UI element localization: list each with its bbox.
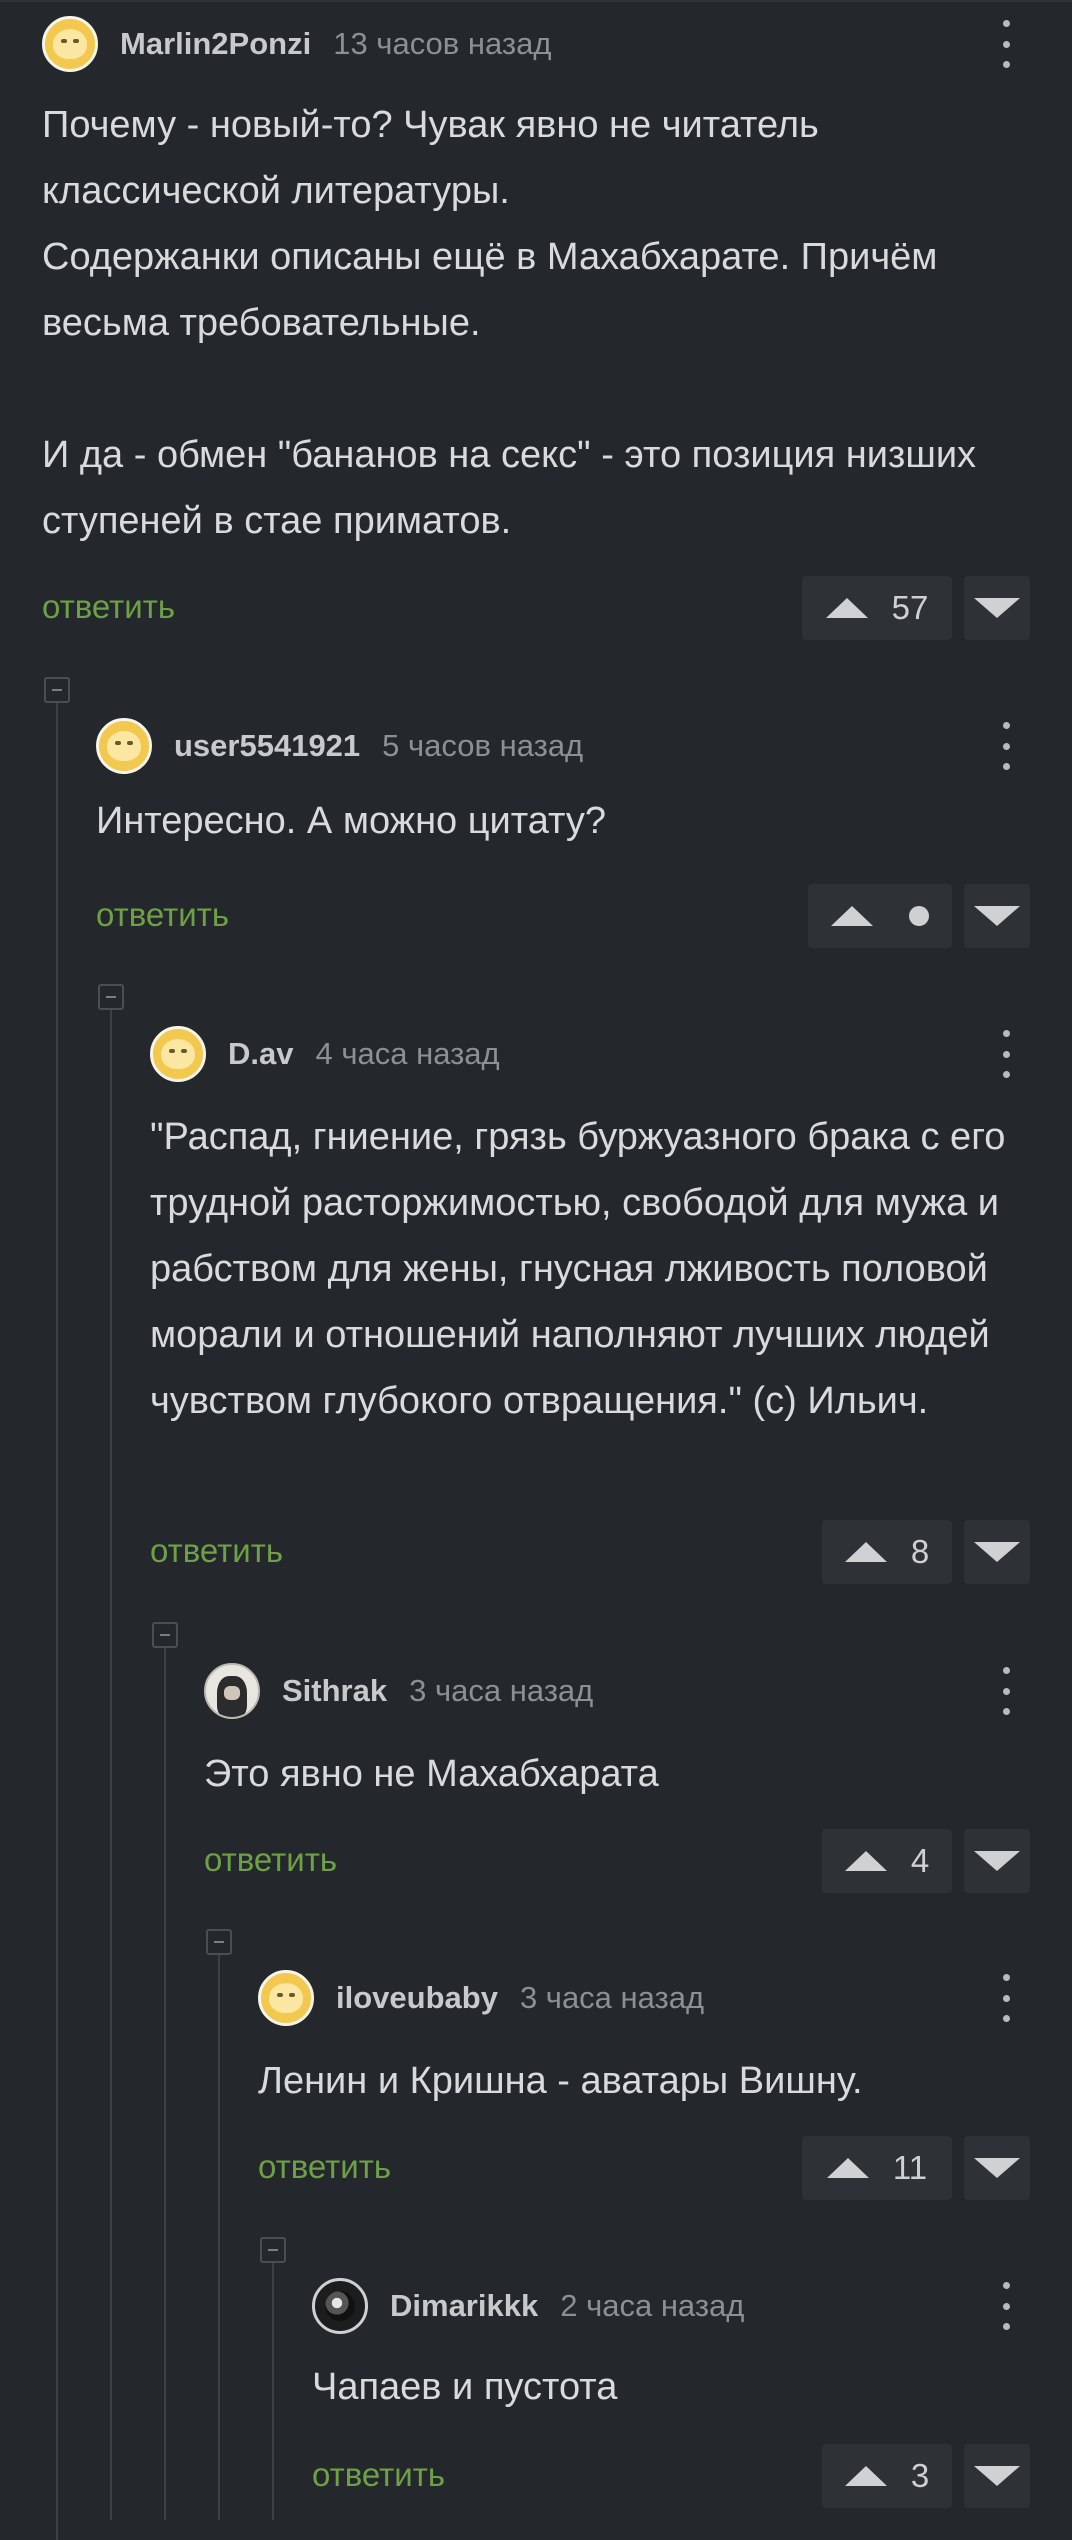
arrow-up-icon [825,598,868,618]
rating: 11 [892,2149,928,2186]
comment-header: Sithrak 3 часа назад [204,1663,593,1719]
thread-line [218,1954,220,2520]
username[interactable]: Sithrak [282,1673,387,1709]
reply-link[interactable]: ответить [258,2148,391,2186]
comment-text: Чапаев и пустота [312,2366,618,2408]
comment: Sithrak 3 часа назад Это явно не Махабха… [204,1663,1042,1913]
more-options-icon[interactable] [1000,1974,1012,2022]
rating: 3 [910,2457,930,2494]
comment-header: user5541921 5 часов назад [96,718,583,774]
vote-controls: 57 [802,576,1030,640]
more-options-icon[interactable] [1000,2282,1012,2330]
rating: 8 [910,1533,930,1570]
arrow-down-icon [974,1542,1020,1562]
username[interactable]: Dimarikkk [390,2288,538,2324]
comment: iloveubaby 3 часа назад Ленин и Кришна -… [258,1970,1042,2220]
default-avatar-icon[interactable] [96,718,152,774]
comment-header: Marlin2Ponzi 13 часов назад [42,16,551,72]
arrow-down-icon [974,906,1020,926]
downvote-button[interactable] [964,1829,1030,1893]
vote-controls: 8 [822,1520,1030,1584]
rating: 4 [910,1842,930,1879]
reply-link[interactable]: ответить [42,588,175,626]
comment-header: Dimarikkk 2 часа назад [312,2278,744,2334]
default-avatar-icon[interactable] [150,1026,206,1082]
upvote-button[interactable] [808,884,952,948]
zero-rating-indicator [909,906,929,926]
collapse-thread-button[interactable] [260,2237,286,2263]
arrow-down-icon [974,2466,1020,2486]
comment-header: iloveubaby 3 часа назад [258,1970,704,2026]
vote-controls [808,884,1030,948]
timestamp: 5 часов назад [382,728,584,763]
comment-text: Ленин и Кришна - аватары Вишну. [258,2060,863,2102]
timestamp: 3 часа назад [409,1673,594,1708]
collapse-thread-button[interactable] [98,984,124,1010]
comment-text: Это явно не Махабхарата [204,1753,659,1795]
more-options-icon[interactable] [1000,20,1012,68]
timestamp: 4 часа назад [315,1036,500,1071]
arrow-down-icon [974,1851,1020,1871]
comment-header: D.av 4 часа назад [150,1026,500,1082]
username[interactable]: D.av [228,1036,293,1072]
upvote-button[interactable]: 11 [802,2136,952,2200]
thread-line [56,703,58,2540]
timestamp: 3 часа назад [519,1980,705,2015]
upvote-button[interactable]: 3 [822,2444,952,2508]
comment: Dimarikkk 2 часа назад Чапаев и пустота … [312,2278,1042,2528]
vote-controls: 4 [822,1829,1030,1893]
username[interactable]: iloveubaby [336,1980,498,2016]
arrow-up-icon [844,2466,887,2486]
thread-line [164,1647,166,2520]
arrow-up-icon [844,1851,887,1871]
more-options-icon[interactable] [1000,1667,1012,1715]
downvote-button[interactable] [964,1520,1030,1584]
upvote-button[interactable]: 4 [822,1829,952,1893]
comment: Marlin2Ponzi 13 часов назад Почему - нов… [42,16,1042,656]
upvote-button[interactable]: 8 [822,1520,952,1584]
comment-text: Почему - новый-то? Чувак явно не читател… [42,104,977,542]
downvote-button[interactable] [964,2136,1030,2200]
more-options-icon[interactable] [1000,1030,1012,1078]
thread-line [110,1010,112,2520]
collapse-thread-button[interactable] [152,1622,178,1648]
default-avatar-icon[interactable] [42,16,98,72]
comment: user5541921 5 часов назад Интересно. А м… [96,718,1042,968]
downvote-button[interactable] [964,2444,1030,2508]
dimarikkk-avatar-icon[interactable] [312,2278,368,2334]
collapse-thread-button[interactable] [206,1929,232,1955]
reply-link[interactable]: ответить [96,896,229,934]
username[interactable]: user5541921 [174,728,360,764]
downvote-button[interactable] [964,576,1030,640]
thread-line [272,2262,274,2520]
comment: D.av 4 часа назад "Распад, гниение, гряз… [150,1026,1042,1596]
reply-link[interactable]: ответить [312,2456,445,2494]
timestamp: 13 часов назад [333,26,552,61]
arrow-up-icon [831,906,873,926]
comment-text: Интересно. А можно цитату? [96,800,606,842]
arrow-up-icon [844,1542,887,1562]
vote-controls: 11 [802,2136,1030,2200]
username[interactable]: Marlin2Ponzi [120,26,311,62]
timestamp: 2 часа назад [560,2288,745,2323]
downvote-button[interactable] [964,884,1030,948]
collapse-thread-button[interactable] [44,677,70,703]
upvote-button[interactable]: 57 [802,576,952,640]
sithrak-avatar-icon[interactable] [204,1663,260,1719]
reply-link[interactable]: ответить [150,1532,283,1570]
arrow-down-icon [974,2158,1020,2178]
comment-text: "Распад, гниение, грязь буржуазного брак… [150,1116,1006,1422]
vote-controls: 3 [822,2444,1030,2508]
arrow-down-icon [974,598,1020,618]
rating: 57 [891,589,929,626]
default-avatar-icon[interactable] [258,1970,314,2026]
reply-link[interactable]: ответить [204,1841,337,1879]
more-options-icon[interactable] [1000,722,1012,770]
arrow-up-icon [826,2158,869,2178]
